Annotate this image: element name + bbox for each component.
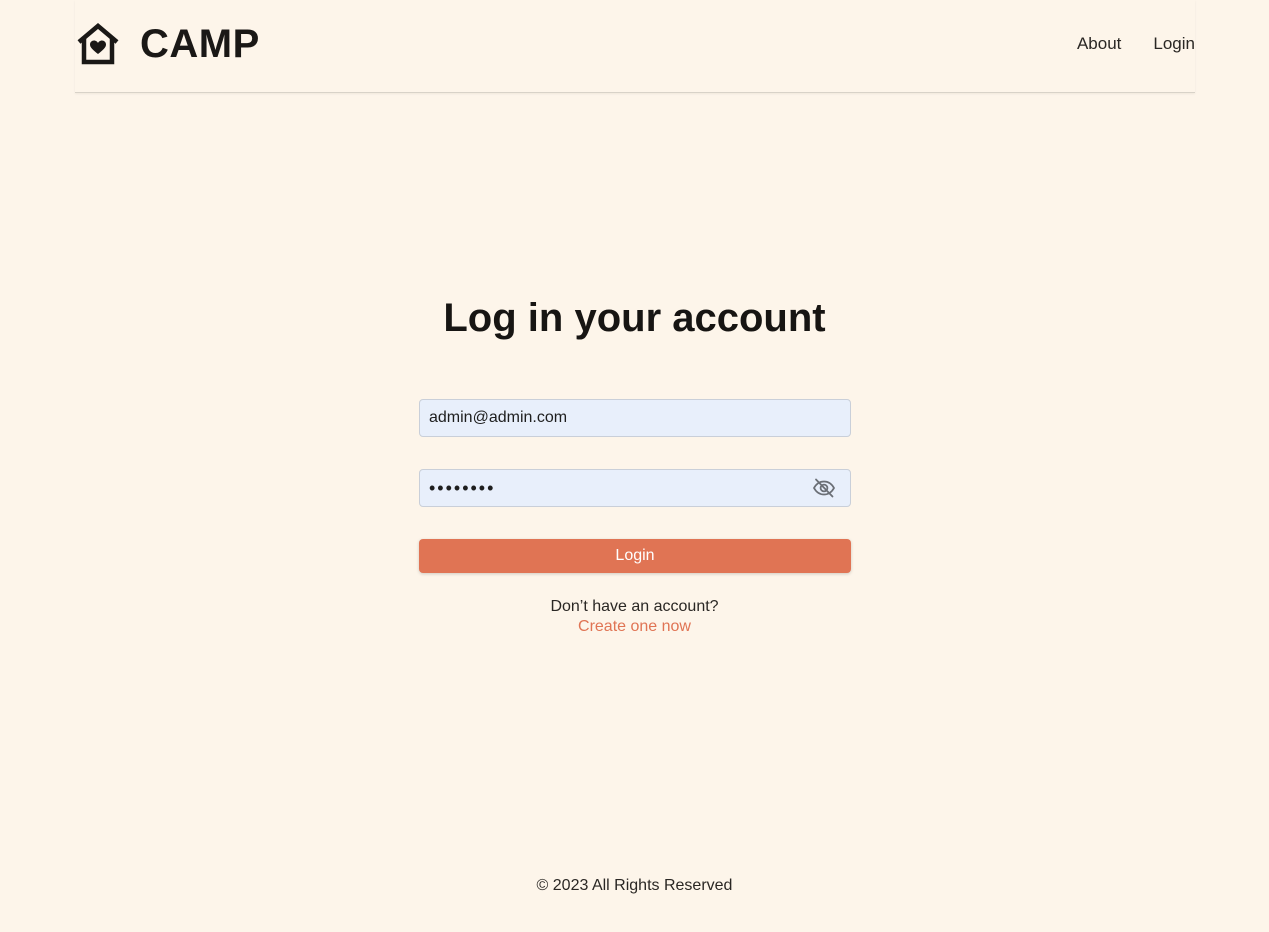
signup-prompt: Don’t have an account? xyxy=(550,598,719,615)
brand-name: CAMP xyxy=(140,21,260,66)
footer-copyright: © 2023 All Rights Reserved xyxy=(536,877,733,894)
nav-login-link[interactable]: Login xyxy=(1153,34,1195,54)
top-nav: About Login xyxy=(1077,34,1195,54)
page-title: Log in your account xyxy=(443,296,826,340)
brand-home-link[interactable]: CAMP xyxy=(75,20,260,68)
create-account-link[interactable]: Create one now xyxy=(578,617,691,637)
signup-section: Don’t have an account? Create one now xyxy=(0,597,1269,637)
page: CAMP About Login Log in your account Log… xyxy=(0,0,1269,932)
login-button[interactable]: Login xyxy=(419,539,851,573)
email-field[interactable] xyxy=(419,399,851,437)
eye-slash-icon[interactable] xyxy=(812,476,836,500)
nav-about-link[interactable]: About xyxy=(1077,34,1121,54)
password-field-group xyxy=(419,469,851,507)
house-heart-icon xyxy=(77,23,119,65)
site-header: CAMP About Login xyxy=(75,0,1195,93)
password-field[interactable] xyxy=(419,469,851,507)
